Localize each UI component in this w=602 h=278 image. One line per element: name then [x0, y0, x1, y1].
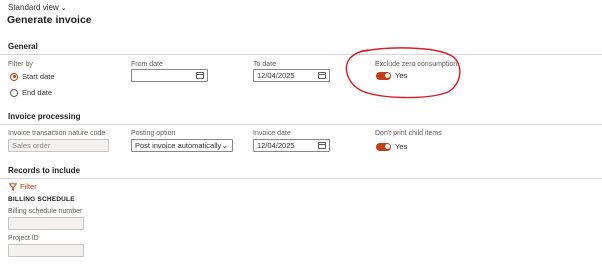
to-date-label: To date — [253, 61, 276, 68]
filter-by-label: Filter by — [8, 61, 33, 68]
section-general-title: General — [8, 42, 38, 51]
section-records-title: Records to include — [8, 166, 81, 175]
page-title: Generate invoice — [7, 14, 92, 26]
dont-print-child-label: Don't print child items — [375, 130, 442, 137]
chevron-down-icon: ⌄ — [221, 141, 228, 150]
posting-option-label: Posting option — [131, 130, 176, 137]
nature-code-field[interactable]: Sales order — [8, 139, 109, 152]
toggle-switch[interactable] — [376, 142, 391, 151]
billing-schedule-group-title: BILLING SCHEDULE — [8, 196, 75, 203]
radio-start-date-label: Start date — [22, 72, 55, 81]
section-divider — [0, 124, 602, 125]
dont-print-child-value: Yes — [395, 142, 408, 151]
radio-end-date[interactable]: End date — [10, 88, 52, 97]
section-divider — [0, 178, 602, 179]
radio-unselected-icon — [10, 88, 18, 97]
invoice-date-field[interactable]: 12/04/2025 — [253, 139, 330, 152]
filter-label: Filter — [20, 182, 37, 191]
to-date-value: 12/04/2025 — [257, 71, 295, 80]
dont-print-child-toggle[interactable]: Yes — [376, 142, 407, 151]
nature-code-label: Invoice transaction nature code — [8, 130, 106, 137]
posting-option-select[interactable]: Post invoice automatically ⌄ — [131, 139, 233, 152]
nature-code-placeholder: Sales order — [12, 141, 51, 150]
view-selector-label: Standard view — [8, 3, 59, 12]
posting-option-value: Post invoice automatically — [135, 141, 222, 150]
project-id-field[interactable] — [8, 244, 84, 257]
invoice-date-value: 12/04/2025 — [257, 141, 295, 150]
from-date-field[interactable] — [131, 69, 208, 82]
calendar-icon[interactable] — [196, 72, 204, 79]
from-date-label: From date — [131, 61, 163, 68]
radio-end-date-label: End date — [22, 88, 53, 97]
filter-icon — [9, 182, 17, 191]
section-divider — [0, 54, 602, 55]
billing-schedule-number-label: Billing schedule number — [8, 208, 83, 215]
to-date-field[interactable]: 12/04/2025 — [253, 69, 330, 82]
calendar-icon[interactable] — [318, 142, 326, 149]
invoice-date-label: Invoice date — [253, 130, 291, 137]
view-selector[interactable]: Standard view ⌄ — [8, 3, 67, 12]
radio-selected-icon — [10, 72, 18, 81]
annotation-circle — [345, 47, 461, 99]
radio-start-date[interactable]: Start date — [10, 72, 55, 81]
calendar-icon[interactable] — [318, 72, 326, 79]
chevron-down-icon: ⌄ — [60, 4, 67, 12]
billing-schedule-number-field[interactable] — [8, 217, 84, 230]
section-invoice-processing-title: Invoice processing — [8, 112, 81, 121]
filter-button[interactable]: Filter — [9, 182, 37, 191]
project-id-label: Project ID — [8, 235, 39, 242]
